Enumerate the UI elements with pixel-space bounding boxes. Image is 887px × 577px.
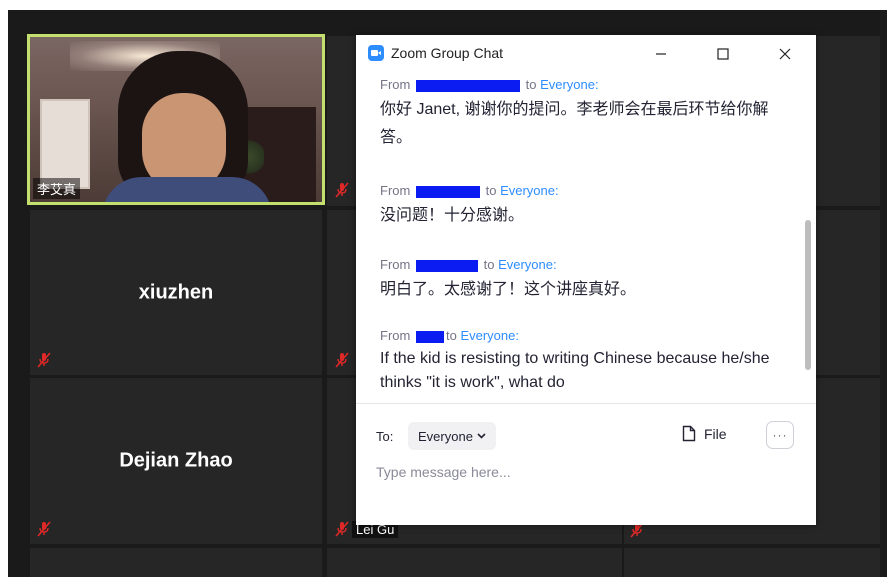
from-label: From: [380, 183, 411, 198]
redacted-sender: [415, 259, 478, 272]
chat-message-list[interactable]: From to Everyone: 你好 Janet, 谢谢你的提问。李老师会在…: [356, 73, 804, 403]
chat-message: From to Everyone: 你好 Janet, 谢谢你的提问。李老师会在…: [380, 76, 780, 152]
chat-window[interactable]: Zoom Group Chat From to Everyone: 你好 Jan…: [356, 35, 816, 525]
to-label: to: [485, 183, 497, 198]
participant-name: xiuzhen: [138, 281, 214, 303]
door: [40, 99, 90, 189]
participant-tile-xiuzhen[interactable]: xiuzhen: [30, 210, 322, 375]
message-header: From to Everyone:: [380, 76, 780, 94]
message-header: From to Everyone:: [380, 256, 780, 274]
to-label: to: [525, 77, 537, 92]
minimize-icon: [656, 53, 666, 55]
recipient-value: Everyone: [418, 428, 473, 444]
recipient-dropdown[interactable]: Everyone: [408, 422, 496, 450]
composer-divider: [356, 403, 816, 404]
recipient-link[interactable]: Everyone:: [460, 328, 519, 343]
message-header: From to Everyone:: [380, 327, 780, 345]
chevron-down-icon: [477, 433, 486, 439]
redacted-sender: [415, 185, 480, 198]
to-label: to: [483, 257, 495, 272]
from-label: From: [380, 77, 411, 92]
participant-tile-dejian-zhao[interactable]: Dejian Zhao: [30, 378, 322, 544]
minimize-button[interactable]: [646, 41, 676, 67]
chat-scrollbar[interactable]: [805, 220, 811, 370]
chat-titlebar[interactable]: Zoom Group Chat: [356, 35, 816, 73]
message-body: 明白了。太感谢了！这个讲座真好。: [380, 281, 637, 298]
muted-mic-icon: [335, 521, 349, 537]
participant-tile[interactable]: [327, 548, 622, 577]
redacted-sender: [415, 79, 520, 92]
file-button[interactable]: File: [682, 425, 727, 442]
chat-message: From to Everyone: 没问题！十分感谢。: [380, 182, 780, 230]
more-options-button[interactable]: ···: [766, 421, 794, 449]
active-speaker-video[interactable]: 李艾真: [27, 34, 325, 205]
person-shirt: [102, 177, 272, 202]
chat-title: Zoom Group Chat: [391, 45, 504, 61]
close-button[interactable]: [770, 41, 800, 67]
to-label: to: [445, 328, 457, 343]
message-body: 没问题！十分感谢。: [380, 207, 525, 224]
recipient-link[interactable]: Everyone:: [498, 257, 557, 272]
muted-mic-icon: [37, 521, 51, 537]
from-label: From: [380, 328, 411, 343]
maximize-button[interactable]: [708, 41, 738, 67]
chat-message: From to Everyone: If the kid is resistin…: [380, 327, 780, 395]
participant-tile[interactable]: [30, 548, 322, 577]
muted-mic-icon: [37, 352, 51, 368]
redacted-sender: [415, 330, 444, 343]
message-input[interactable]: [376, 459, 796, 485]
chat-message: From to Everyone: 明白了。太感谢了！这个讲座真好。: [380, 256, 780, 304]
participant-name: Dejian Zhao: [119, 449, 233, 472]
message-body: If the kid is resisting to writing Chine…: [380, 350, 770, 391]
file-label: File: [704, 425, 727, 442]
muted-mic-icon: [335, 182, 349, 198]
file-icon: [682, 425, 696, 442]
participant-tile[interactable]: [624, 548, 880, 577]
message-body: 你好 Janet, 谢谢你的提问。李老师会在最后环节给你解答。: [380, 101, 769, 146]
maximize-icon: [717, 48, 729, 60]
recipient-link[interactable]: Everyone:: [500, 183, 559, 198]
close-icon: [779, 48, 791, 60]
recipient-link[interactable]: Everyone:: [540, 77, 599, 92]
from-label: From: [380, 257, 411, 272]
muted-mic-icon: [335, 352, 349, 368]
participant-name: 李艾真: [33, 178, 81, 199]
zoom-logo-icon: [368, 45, 384, 61]
to-label: To:: [376, 429, 394, 444]
message-header: From to Everyone:: [380, 182, 780, 200]
